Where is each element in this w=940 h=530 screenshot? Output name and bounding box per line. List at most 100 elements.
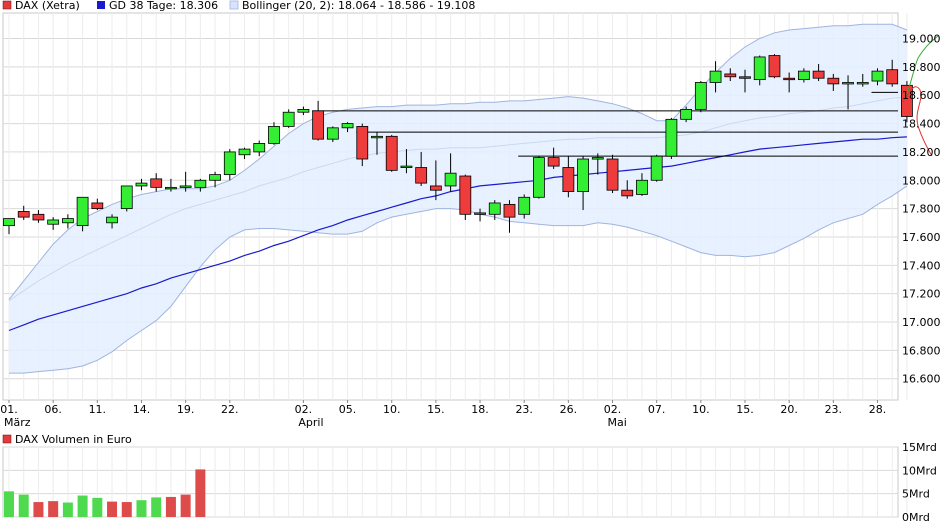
y-tick-label: 16.600 [902,373,940,386]
chart-stage: DAX (Xetra) GD 38 Tage: 18.306 Bollinger… [0,0,940,526]
volume-bar [136,500,147,517]
volume-bar [92,497,103,517]
y-tick-label: 18.000 [902,174,940,187]
legend-sma-swatch [97,1,105,9]
dax-chart: DAX (Xetra) GD 38 Tage: 18.306 Bollinger… [0,0,940,524]
candle-body [562,167,575,193]
x-tick-label: 26. [560,403,578,416]
x-tick-label: 18. [471,403,489,416]
candle [385,134,398,172]
x-tick-label: 28. [869,403,887,416]
x-month-label: März [4,416,31,429]
candle-body [120,185,133,210]
y-tick-label: 17.600 [902,231,940,244]
volume-y-tick-label: 0Mrd [902,511,930,524]
candle-body [135,182,148,187]
y-tick-label: 18.600 [902,89,940,102]
y-tick-label: 17.200 [902,288,940,301]
candle-body [812,70,825,79]
candle-body [47,219,60,225]
x-tick-label: 15. [736,403,754,416]
volume-bar [18,494,29,517]
x-month-label: April [298,416,323,429]
candle-body [253,143,266,153]
candle-body [194,179,207,188]
x-tick-label: 10. [692,403,710,416]
candle-body [797,70,810,81]
candle [768,54,781,79]
candle-body [768,55,781,78]
candle-body [297,108,310,113]
y-tick-label: 17.800 [902,203,940,216]
legend-price-label: DAX (Xetra) [15,0,80,12]
candle-body [503,203,516,218]
candle-body [856,82,869,85]
candle-body [179,185,192,188]
candle-body [444,172,457,187]
candle-body [106,216,118,224]
candle-body [488,202,501,215]
candle-body [871,70,884,82]
candle-body [739,76,751,79]
volume-legend-label: DAX Volumen in Euro [15,433,132,446]
volume-bar [4,491,14,517]
y-tick-label: 17.000 [902,316,940,329]
legend-sma-label: GD 38 Tage: 18.306 [109,0,218,12]
candle-body [415,167,428,184]
legend-bb-label: Bollinger (20, 2): 18.064 - 18.586 - 19.… [242,0,475,12]
volume-bar [48,501,59,517]
candle-body [577,158,589,193]
candle [606,154,619,194]
candle [694,81,707,113]
volume-bar [107,501,118,517]
x-month-label: Mai [608,416,627,429]
y-tick-label: 16.800 [902,344,940,357]
candle-body [32,213,45,221]
candle-body [724,73,737,78]
candle-body [209,174,221,181]
x-tick-label: 23. [515,403,533,416]
candle-body [400,165,413,168]
volume-bar [151,497,162,517]
candle-body [518,196,531,215]
y-tick-label: 17.400 [902,259,940,272]
candle-body [76,196,89,227]
candle-body [591,157,604,160]
volume-y-tick-label: 10Mrd [902,464,937,477]
candle [650,154,663,182]
candle-body [268,126,280,144]
candle-body [282,111,295,127]
x-tick-label: 19. [177,403,195,416]
candle-body [606,158,619,191]
candle-body [827,77,840,85]
candle [120,185,133,212]
x-tick-label: 20. [780,403,798,416]
x-tick-label: 15. [427,403,445,416]
volume-bar [62,502,73,517]
candle-body [341,123,354,129]
candle-body [150,178,163,188]
volume-bar [180,494,191,517]
candle-body [223,151,236,176]
candle-body [474,212,486,215]
candle-body [326,127,339,140]
candle [282,109,295,128]
x-tick-label: 23. [825,403,843,416]
date-x-axis: 01.März06. 11. 14. 19. 22. 02.April05. 10. 15. 1… [0,400,886,429]
volume-legend-swatch [2,434,12,444]
price-panel: 16.600 16.800 17.000 17.200 17.400 17.600 17.8… [0,12,940,429]
candle-body [694,82,707,110]
y-tick-label: 18.200 [902,146,940,159]
candle-body [238,148,251,156]
candle-body [429,185,442,191]
volume-bar [165,496,176,517]
x-tick-label: 06. [44,403,62,416]
candle-body [356,126,369,160]
legend-price-swatch [2,0,12,10]
legend: DAX (Xetra) GD 38 Tage: 18.306 Bollinger… [2,0,475,12]
candle-body [753,56,766,81]
volume-bar [77,495,88,517]
candle [459,174,472,220]
candle-body [886,69,899,85]
candle-body [621,189,634,197]
